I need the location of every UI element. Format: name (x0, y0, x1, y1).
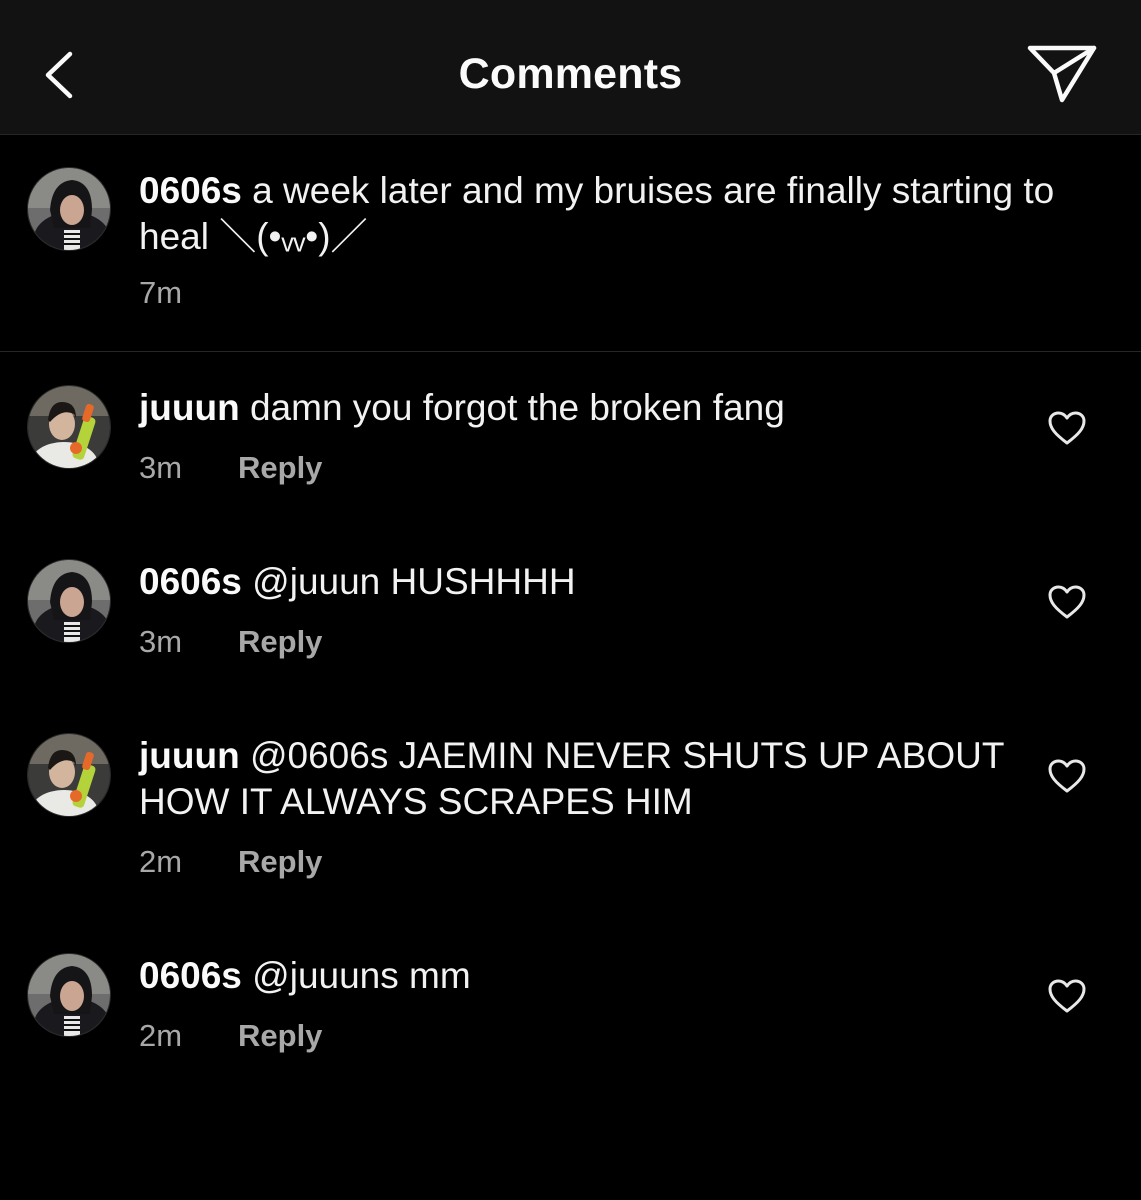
heart-icon (1048, 759, 1086, 793)
timestamp: 3m (139, 450, 183, 485)
profile-photo-0606s (28, 954, 110, 1036)
heart-icon (1048, 411, 1086, 445)
avatar[interactable] (27, 733, 111, 817)
caption-text: 0606s a week later and my bruises are fi… (139, 168, 1114, 260)
like-button[interactable] (1045, 976, 1089, 1016)
username[interactable]: 0606s (139, 955, 242, 996)
profile-photo-0606s (28, 560, 110, 642)
comment-text: @juuuns mm (241, 955, 471, 996)
comment-text: @0606s JAEMIN NEVER SHUTS UP ABOUT HOW I… (139, 735, 1004, 822)
post-caption: 0606s a week later and my bruises are fi… (0, 135, 1141, 352)
comment-meta: 2m Reply (139, 844, 322, 880)
profile-photo-juuun (28, 734, 110, 816)
like-button[interactable] (1045, 408, 1089, 448)
caption-meta: 7m (139, 275, 238, 311)
avatar[interactable] (27, 385, 111, 469)
username[interactable]: 0606s (139, 170, 242, 211)
timestamp: 2m (139, 844, 183, 879)
avatar[interactable] (27, 953, 111, 1037)
username[interactable]: 0606s (139, 561, 242, 602)
heart-icon (1048, 585, 1086, 619)
comment-text: damn you forgot the broken fang (239, 387, 785, 428)
comments-screen: Comments 0606s a week later and my bruis… (0, 0, 1141, 1200)
like-button[interactable] (1045, 582, 1089, 622)
heart-icon (1048, 979, 1086, 1013)
comment-body: 0606s @juuun HUSHHHH (139, 559, 1019, 605)
comment-meta: 3m Reply (139, 450, 322, 486)
share-button[interactable] (1022, 40, 1102, 110)
paper-plane-icon (1027, 45, 1097, 103)
comment-body: juuun damn you forgot the broken fang (139, 385, 1019, 431)
timestamp: 2m (139, 1018, 183, 1053)
profile-photo-juuun (28, 386, 110, 468)
timestamp: 3m (139, 624, 183, 659)
timestamp: 7m (139, 275, 183, 310)
comment-meta: 3m Reply (139, 624, 322, 660)
page-title: Comments (458, 50, 683, 98)
comment-text: @juuun HUSHHHH (241, 561, 576, 602)
reply-button[interactable]: Reply (238, 450, 322, 485)
username[interactable]: juuun (139, 387, 240, 428)
header-bar: Comments (0, 0, 1141, 135)
comment-body: 0606s @juuuns mm (139, 953, 1019, 999)
comment-text: a week later and my bruises are finally … (139, 170, 1055, 257)
reply-button[interactable]: Reply (238, 1018, 322, 1053)
username[interactable]: juuun (139, 735, 240, 776)
avatar[interactable] (27, 167, 111, 251)
like-button[interactable] (1045, 756, 1089, 796)
comment-body: juuun @0606s JAEMIN NEVER SHUTS UP ABOUT… (139, 733, 1019, 825)
avatar[interactable] (27, 559, 111, 643)
comment-meta: 2m Reply (139, 1018, 322, 1054)
profile-photo-0606s (28, 168, 110, 250)
reply-button[interactable]: Reply (238, 624, 322, 659)
reply-button[interactable]: Reply (238, 844, 322, 879)
